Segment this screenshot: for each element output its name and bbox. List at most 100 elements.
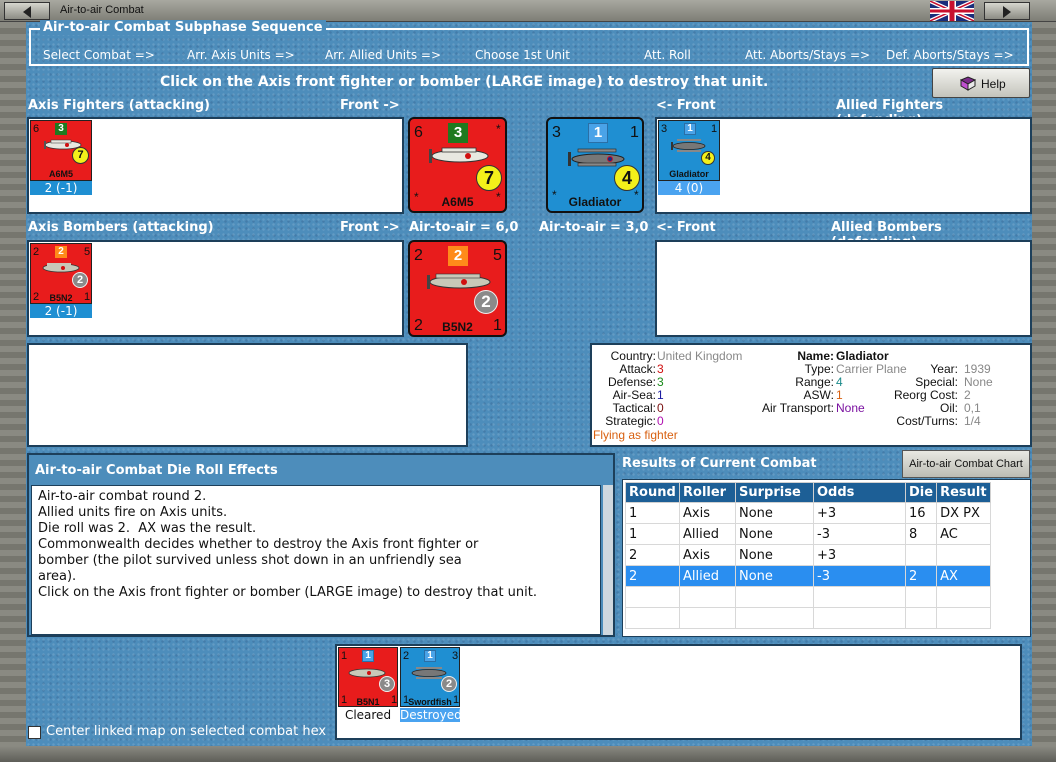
die-roll-line: Allied units fire on Axis units. (38, 505, 228, 520)
subphase-sequence: Air-to-air Combat Subphase Sequence Sele… (29, 20, 1029, 66)
year-label: Year: (930, 362, 958, 376)
tactical-label: Tactical: (612, 401, 656, 415)
header-roller[interactable]: Roller (679, 482, 736, 503)
header-die[interactable]: Die (904, 482, 938, 503)
die-roll-title: Air-to-air Combat Die Roll Effects (35, 463, 278, 478)
axis-bomber-strength: 2 (-1) (30, 304, 92, 318)
counter-attack-value: 6 (33, 123, 40, 135)
strategic-value: 0 (657, 414, 664, 428)
results-table-box: Round Roller Surprise Odds Die Result 1A… (622, 479, 1031, 637)
counter-range-circle: 3 (379, 676, 395, 692)
results-header-row: Round Roller Surprise Odds Die Result (625, 482, 992, 503)
cell-roller: Allied (679, 565, 736, 587)
header-surprise[interactable]: Surprise (735, 482, 814, 503)
counter-defense-badge: 1 (424, 650, 436, 662)
title-bar: Air-to-air Combat (0, 0, 1056, 22)
header-odds[interactable]: Odds (813, 482, 906, 503)
allied-front-fighter-large[interactable]: 3 1 1 4 * * Gladiator (546, 117, 644, 213)
loss-counter-b5n1[interactable]: 1 1 3 1 1 B5N1 (338, 647, 398, 707)
large-defense-badge: 2 (448, 246, 468, 266)
cell-roller: Axis (679, 502, 736, 524)
cell-round: 1 (625, 523, 680, 545)
die-roll-panel: Air-to-air Combat Die Roll Effects Air-t… (27, 453, 615, 637)
counter-name: Gladiator (669, 169, 709, 179)
cell-round: 2 (625, 565, 680, 587)
instruction-text: Click on the Axis front fighter or bombe… (160, 74, 769, 90)
attack-label: Attack: (619, 362, 656, 376)
cell-die: 2 (904, 565, 938, 587)
window-frame-left (0, 22, 26, 762)
large-star-top: * (496, 122, 501, 136)
cell-result (936, 544, 992, 566)
header-round[interactable]: Round (625, 482, 680, 503)
oil-value: 0,1 (964, 401, 981, 415)
center-map-checkbox[interactable] (28, 726, 41, 739)
cell-surprise: None (735, 544, 814, 566)
counter-name: B5N1 (356, 697, 380, 707)
axis-fighters-label: Axis Fighters (attacking) (28, 98, 210, 113)
allied-fighters-box: 3 1 1 4 Gladiator 4 (0) (655, 117, 1032, 214)
name-label: Name: (797, 349, 834, 363)
subphase-title: Air-to-air Combat Subphase Sequence (40, 20, 326, 35)
cost-turns-label: Cost/Turns: (896, 414, 958, 428)
forward-button[interactable] (984, 2, 1030, 20)
counter-move-value: 1 (711, 123, 718, 135)
reorg-cost-value: 2 (964, 388, 971, 402)
die-roll-line: bomber (the pilot survived unless shot d… (38, 553, 462, 568)
oil-label: Oil: (940, 401, 958, 415)
cell-die (904, 544, 938, 566)
cell-odds: +3 (813, 544, 906, 566)
counter-attack-value: 3 (661, 123, 668, 135)
tactical-value: 0 (657, 401, 664, 415)
table-row[interactable]: 1 Axis None +3 16 DX PX (625, 502, 992, 524)
air-transport-value: None (836, 401, 865, 415)
axis-bomber-counter-b5n2[interactable]: 2 2 5 2 2 1 B5N2 (30, 243, 92, 304)
help-book-icon (959, 76, 977, 91)
step-attack-roll: Att. Roll (644, 48, 691, 62)
allied-bombers-box (655, 240, 1032, 337)
name-value: Gladiator (836, 349, 889, 363)
attack-value: 3 (657, 362, 664, 376)
air-combat-chart-button[interactable]: Air-to-air Combat Chart (902, 450, 1030, 478)
axis-fighter-counter-a6m5[interactable]: 6 3 7 A6M5 (30, 120, 92, 181)
large-attack-value: 6 (414, 124, 423, 141)
axis-air-to-air-value: Air-to-air = 6,0 (409, 220, 519, 235)
step-arrange-allied: Arr. Allied Units => (325, 48, 442, 62)
die-roll-line: Die roll was 2. AX was the result. (38, 521, 257, 536)
country-label: Country: (610, 349, 656, 363)
axis-fighters-front-label: Front -> (340, 98, 400, 113)
axis-fighters-box: 6 3 7 A6M5 2 (-1) (27, 117, 404, 214)
special-value: None (964, 375, 993, 389)
special-label: Special: (915, 375, 958, 389)
table-row-selected[interactable]: 2 Allied None -3 2 AX (625, 565, 992, 587)
counter-defense-badge: 1 (362, 650, 374, 662)
cost-turns-value: 1/4 (964, 414, 981, 428)
large-attack-value: 2 (414, 247, 423, 264)
cell-surprise: None (735, 523, 814, 545)
allied-fighter-counter-gladiator[interactable]: 3 1 1 4 Gladiator (658, 120, 720, 181)
axis-front-fighter-large[interactable]: 6 3 * 7 * * A6M5 (408, 117, 507, 213)
large-move-value: 5 (493, 247, 502, 264)
axis-front-bomber-large[interactable]: 2 2 5 2 2 1 B5N2 (408, 240, 507, 337)
cell-result: DX PX (936, 502, 992, 524)
cell-odds: -3 (813, 523, 906, 545)
table-row[interactable]: 1 Allied None -3 8 AC (625, 523, 992, 545)
defense-label: Defense: (607, 375, 656, 389)
back-button[interactable] (4, 2, 50, 20)
large-range-circle: 2 (474, 290, 498, 314)
header-result[interactable]: Result (936, 482, 992, 503)
help-button[interactable]: Help (932, 68, 1030, 98)
die-roll-scrollbar[interactable] (603, 485, 613, 635)
counter-name: B5N2 (49, 293, 73, 303)
loss-counter-swordfish[interactable]: 2 1 3 2 1 1 Swordfish (400, 647, 460, 707)
step-arrange-axis: Arr. Axis Units => (187, 48, 295, 62)
center-map-label: Center linked map on selected combat hex (46, 724, 327, 739)
type-label: Type: (804, 362, 834, 376)
table-row[interactable]: 2 Axis None +3 (625, 544, 992, 566)
help-label: Help (981, 77, 1006, 91)
cell-odds: +3 (813, 502, 906, 524)
cell-roller: Axis (679, 544, 736, 566)
die-roll-line: area). (38, 569, 77, 584)
unit-detail-box (27, 343, 468, 447)
year-value: 1939 (964, 362, 991, 376)
